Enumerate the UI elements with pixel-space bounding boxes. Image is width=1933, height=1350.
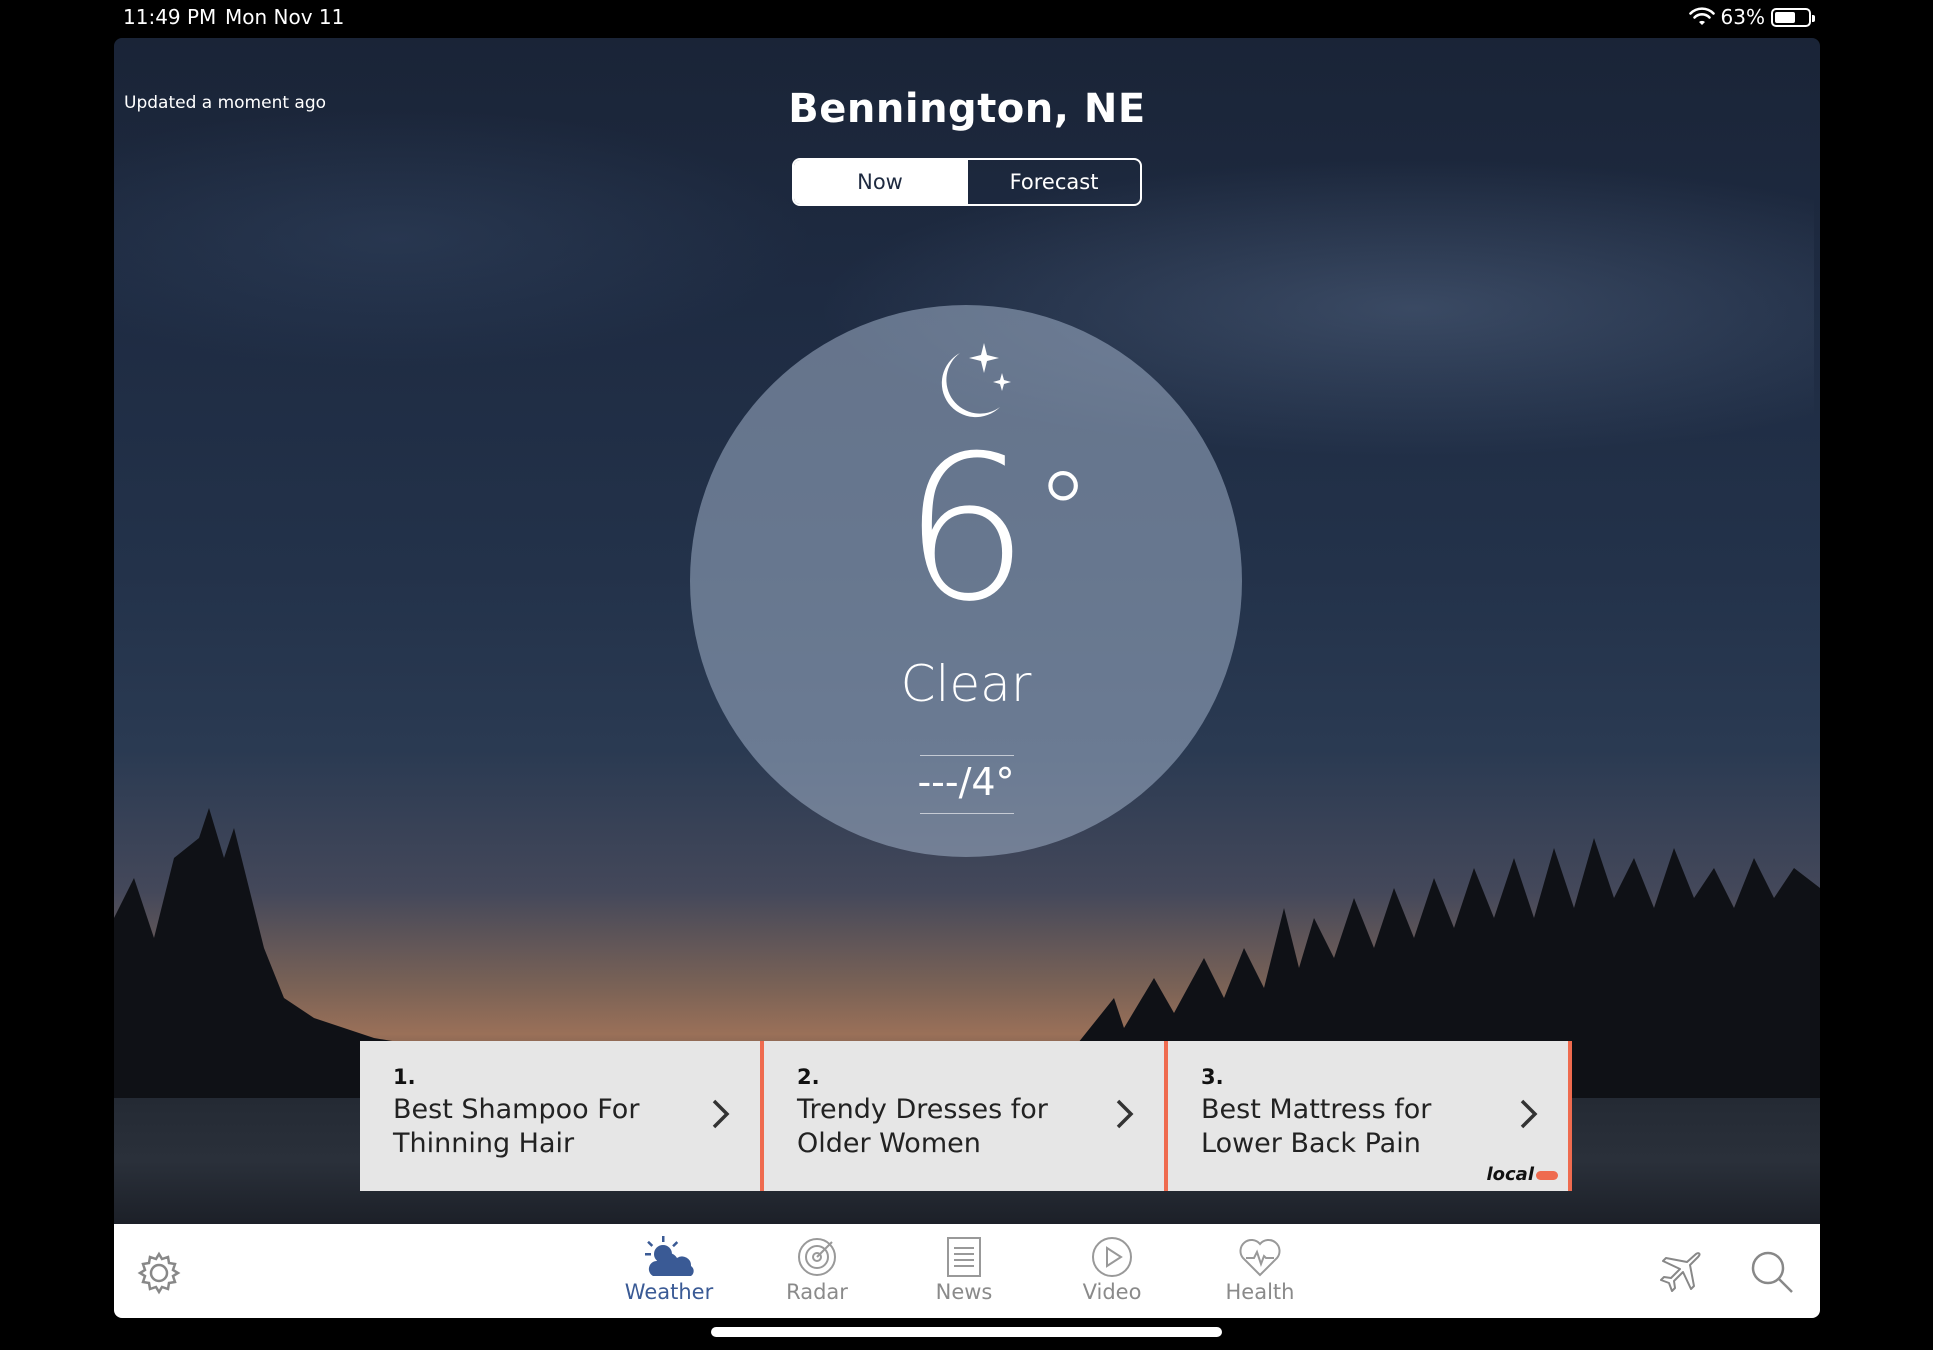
chevron-right-icon: [712, 1099, 730, 1129]
status-bar: 11:49 PM Mon Nov 11 63%: [0, 0, 1933, 38]
wifi-icon: [1688, 7, 1715, 25]
ad-number: 3.: [1201, 1065, 1224, 1089]
tab-label: Weather: [624, 1280, 714, 1304]
weather-icon: [645, 1236, 694, 1276]
tab-forecast[interactable]: Forecast: [966, 160, 1140, 204]
ad-number: 2.: [797, 1065, 820, 1089]
news-icon: [947, 1237, 981, 1277]
tab-label: Video: [1082, 1280, 1142, 1304]
video-icon: [1092, 1237, 1132, 1277]
home-indicator[interactable]: [711, 1327, 1222, 1337]
local-logo[interactable]: local: [1486, 1164, 1558, 1185]
tab-health[interactable]: Health: [1205, 1236, 1315, 1304]
sponsored-links: 1. Best Shampoo For Thinning Hair 2. Tre…: [360, 1041, 1574, 1191]
ad-title: Best Shampoo For Thinning Hair: [393, 1094, 640, 1159]
bottom-tab-bar: Weather Radar News Video Health: [114, 1224, 1820, 1318]
tab-label: Radar: [786, 1280, 848, 1304]
status-time: 11:49 PM: [123, 5, 217, 29]
condition-text: Clear: [900, 655, 1032, 713]
ad-title: Trendy Dresses for Older Women: [797, 1094, 1048, 1159]
city-title: Bennington, NE: [788, 86, 1146, 132]
ad-link-1[interactable]: 1. Best Shampoo For Thinning Hair: [360, 1041, 764, 1191]
chevron-right-icon: [1520, 1099, 1538, 1129]
hi-lo-temperature: ---/4°: [917, 760, 1015, 804]
settings-gear-icon[interactable]: [136, 1250, 182, 1296]
weather-app: Updated a moment ago Bennington, NE Now …: [114, 38, 1820, 1318]
tab-label: Health: [1225, 1280, 1295, 1304]
health-icon: [1239, 1239, 1281, 1277]
tab-radar[interactable]: Radar: [762, 1236, 872, 1304]
battery-percent: 63%: [1720, 5, 1765, 29]
ad-number: 1.: [393, 1065, 416, 1089]
tab-news[interactable]: News: [909, 1236, 1019, 1304]
degree-symbol: °: [1035, 448, 1091, 576]
radar-icon: [798, 1238, 836, 1276]
temperature: 6 °: [690, 430, 1242, 630]
tab-now[interactable]: Now: [794, 160, 966, 204]
tab-label: News: [935, 1280, 993, 1304]
tab-weather[interactable]: Weather: [614, 1236, 724, 1304]
status-right: 63%: [1688, 5, 1815, 29]
search-icon[interactable]: [1748, 1248, 1796, 1296]
tab-video[interactable]: Video: [1057, 1236, 1167, 1304]
temperature-value: 6: [902, 413, 1030, 646]
chevron-right-icon: [1116, 1099, 1134, 1129]
ad-link-3[interactable]: 3. Best Mattress for Lower Back Pain loc…: [1168, 1041, 1572, 1191]
airplane-icon[interactable]: [1656, 1248, 1704, 1296]
current-conditions-circle: 6 ° Clear ---/4°: [690, 305, 1242, 857]
ad-title: Best Mattress for Lower Back Pain: [1201, 1094, 1432, 1159]
status-date: Mon Nov 11: [225, 5, 345, 29]
now-forecast-toggle: Now Forecast: [792, 158, 1142, 206]
ad-link-2[interactable]: 2. Trendy Dresses for Older Women: [764, 1041, 1168, 1191]
battery-icon: [1771, 7, 1815, 27]
